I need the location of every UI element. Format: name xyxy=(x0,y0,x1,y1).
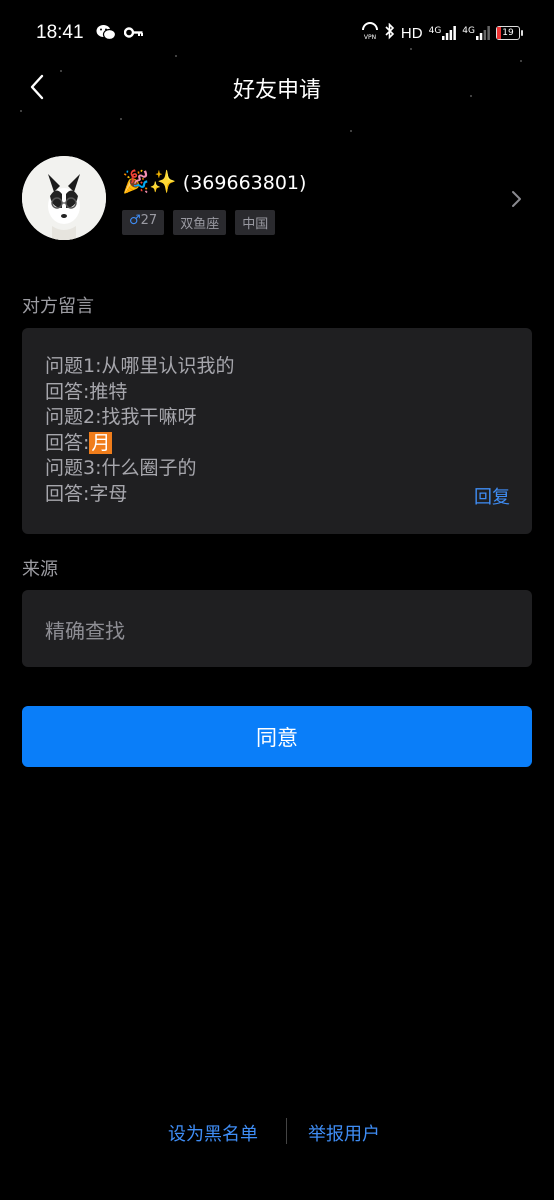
key-icon xyxy=(123,24,144,45)
message-line: 问题2:找我干嘛呀 xyxy=(45,406,197,428)
reply-button[interactable]: 回复 xyxy=(474,483,510,509)
male-icon: ♂ xyxy=(129,213,141,228)
message-line: 回答: 月 xyxy=(45,431,113,454)
message-lines: 问题1:从哪里认识我的 回答:推特 问题2:找我干嘛呀 回答: 月 问题3:什么圈… xyxy=(45,354,235,507)
agree-button[interactable]: 同意 xyxy=(22,706,532,767)
tag-country: 中国 xyxy=(235,210,276,235)
signal-icon: 4G xyxy=(429,26,457,40)
highlighted-answer: 月 xyxy=(89,431,113,454)
chevron-right-icon xyxy=(512,191,521,207)
message-line: 问题3:什么圈子的 xyxy=(45,457,197,479)
tag-gender-age: ♂27 xyxy=(122,210,165,235)
source-value: 精确查找 xyxy=(45,619,125,643)
source-section-label: 来源 xyxy=(22,559,58,580)
wechat-icon xyxy=(96,24,117,45)
divider xyxy=(286,1118,287,1144)
page-title: 好友申请 xyxy=(232,78,321,103)
message-line: 问题1:从哪里认识我的 xyxy=(45,355,235,377)
source-box: 精确查找 xyxy=(22,590,532,667)
nav-bar: 好友申请 xyxy=(0,62,554,108)
message-box: 问题1:从哪里认识我的 回答:推特 问题2:找我干嘛呀 回答: 月 问题3:什么圈… xyxy=(22,328,532,534)
profile-name: 🎉✨ (369663801) xyxy=(122,170,306,195)
svg-text:VPN: VPN xyxy=(364,34,376,40)
blacklist-button[interactable]: 设为黑名单 xyxy=(168,1120,258,1146)
status-bar: 18:41 VPN HD 4G 4G 19 xyxy=(0,0,554,66)
footer-links: 设为黑名单 举报用户 xyxy=(0,1118,554,1148)
report-user-button[interactable]: 举报用户 xyxy=(308,1120,380,1146)
profile-tags: ♂27 双鱼座 中国 xyxy=(122,210,276,235)
profile-card[interactable]: 🎉✨ (369663801) ♂27 双鱼座 中国 xyxy=(22,156,532,242)
vpn-icon: VPN xyxy=(361,22,379,44)
message-line: 回答:推特 xyxy=(45,380,128,403)
network-type: HD xyxy=(400,24,423,42)
battery-icon: 19 xyxy=(496,26,523,40)
message-section-label: 对方留言 xyxy=(22,296,94,317)
bluetooth-icon xyxy=(385,22,395,44)
party-emoji-icon: 🎉✨ xyxy=(122,170,177,195)
avatar xyxy=(22,156,106,240)
signal-icon-2: 4G xyxy=(462,26,490,40)
status-time: 18:41 xyxy=(36,22,84,43)
tag-zodiac: 双鱼座 xyxy=(173,210,227,235)
user-id: (369663801) xyxy=(182,171,307,194)
message-line: 回答:字母 xyxy=(45,482,128,505)
